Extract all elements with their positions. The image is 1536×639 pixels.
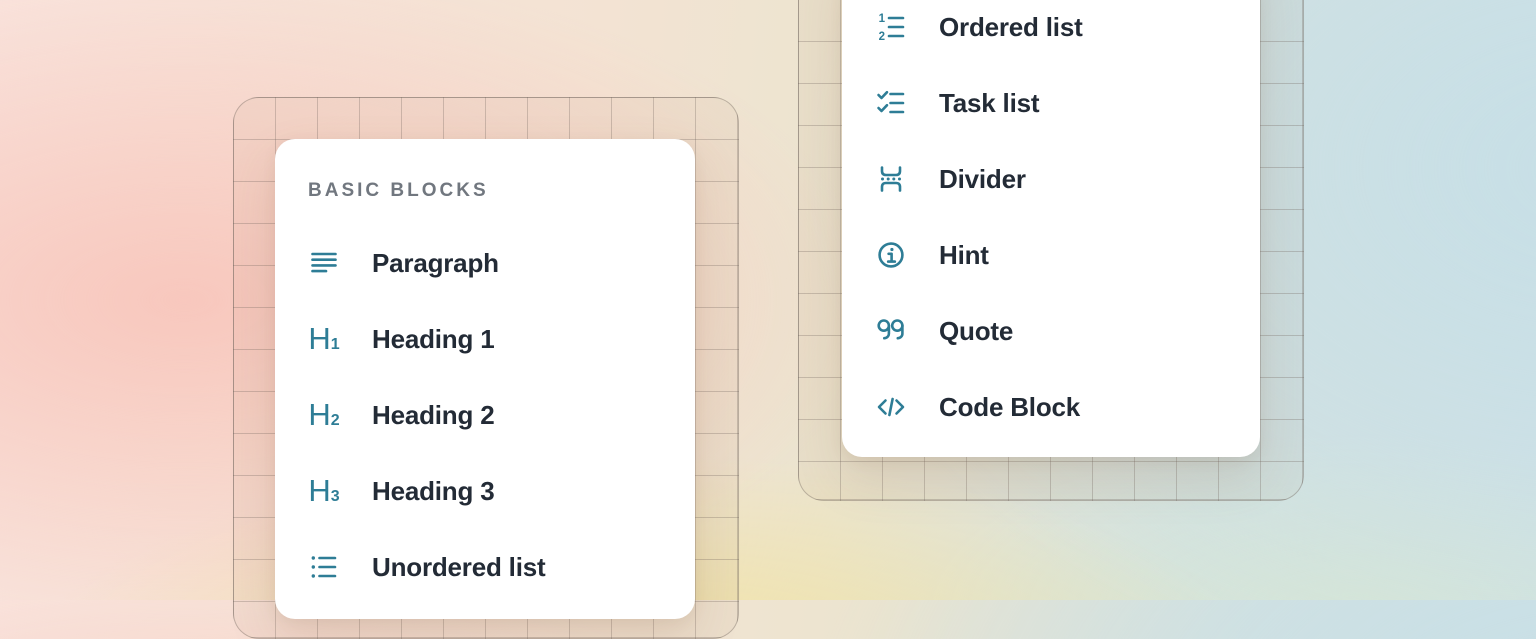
svg-text:2: 2 — [879, 31, 885, 43]
background: BASIC BLOCKS Paragraph H1 Heading 1 H2 Headi… — [0, 0, 1536, 600]
basic-blocks-items: Paragraph H1 Heading 1 H2 Heading 2 H3 Heading… — [275, 225, 695, 605]
menu-item-ordered-list[interactable]: 1 2 Ordered list — [842, 0, 1260, 65]
menu-item-label: Paragraph — [372, 248, 499, 279]
menu-item-label: Divider — [939, 164, 1026, 195]
menu-item-label: Ordered list — [939, 12, 1083, 43]
basic-blocks-menu: BASIC BLOCKS Paragraph H1 Heading 1 H2 Headi… — [275, 139, 695, 619]
menu-item-task-list[interactable]: Task list — [842, 65, 1260, 141]
quote-icon — [875, 315, 907, 347]
menu-item-heading-2[interactable]: H2 Heading 2 — [275, 377, 695, 453]
heading-2-icon: H2 — [308, 399, 340, 431]
menu-item-label: Quote — [939, 316, 1013, 347]
menu-item-label: Code Block — [939, 392, 1080, 423]
menu-item-unordered-list[interactable]: Unordered list — [275, 529, 695, 605]
ordered-list-icon: 1 2 — [875, 11, 907, 43]
heading-3-icon: H3 — [308, 475, 340, 507]
menu-item-label: Heading 1 — [372, 324, 494, 355]
menu-item-label: Heading 3 — [372, 476, 494, 507]
unordered-list-icon — [308, 551, 340, 583]
code-block-icon — [875, 391, 907, 423]
menu-item-divider[interactable]: Divider — [842, 141, 1260, 217]
menu-item-paragraph[interactable]: Paragraph — [275, 225, 695, 301]
menu-item-label: Unordered list — [372, 552, 545, 583]
section-label: BASIC BLOCKS — [308, 180, 695, 202]
svg-text:1: 1 — [879, 13, 886, 25]
insert-blocks-items: 1 2 Ordered list Task list Divider Hint … — [842, 0, 1260, 445]
menu-item-label: Hint — [939, 240, 989, 271]
heading-1-icon: H1 — [308, 323, 340, 355]
menu-item-label: Task list — [939, 88, 1039, 119]
menu-item-heading-3[interactable]: H3 Heading 3 — [275, 453, 695, 529]
insert-blocks-menu: 1 2 Ordered list Task list Divider Hint … — [842, 0, 1260, 457]
hint-icon — [875, 239, 907, 271]
paragraph-icon — [308, 247, 340, 279]
divider-icon — [875, 163, 907, 195]
task-list-icon — [875, 87, 907, 119]
menu-item-quote[interactable]: Quote — [842, 293, 1260, 369]
menu-item-heading-1[interactable]: H1 Heading 1 — [275, 301, 695, 377]
menu-item-code-block[interactable]: Code Block — [842, 369, 1260, 445]
menu-item-label: Heading 2 — [372, 400, 494, 431]
menu-item-hint[interactable]: Hint — [842, 217, 1260, 293]
